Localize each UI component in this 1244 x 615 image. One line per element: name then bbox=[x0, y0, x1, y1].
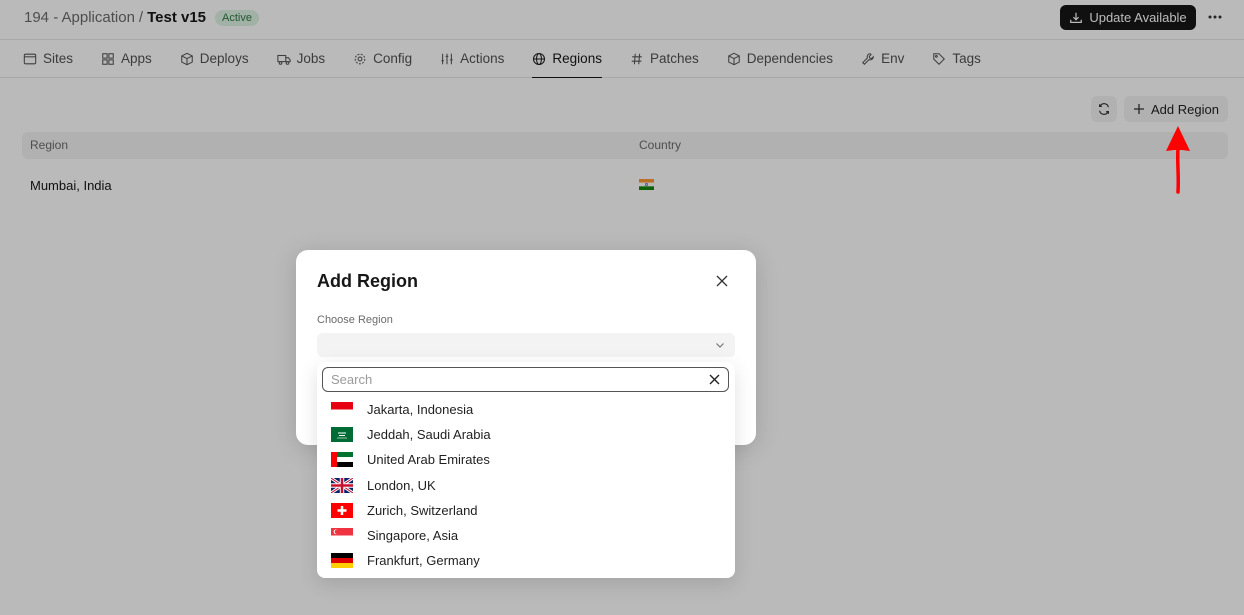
region-options-list: Jakarta, Indonesia Jeddah, Saudi Arabia … bbox=[317, 397, 735, 573]
option-frankfurt[interactable]: Frankfurt, Germany bbox=[317, 548, 735, 573]
annotation-arrow-icon bbox=[1166, 126, 1190, 194]
option-label: London, UK bbox=[367, 477, 436, 493]
germany-flag-icon bbox=[331, 553, 353, 569]
close-icon[interactable] bbox=[714, 273, 730, 289]
option-zurich[interactable]: Zurich, Switzerland bbox=[317, 498, 735, 523]
option-label: Jeddah, Saudi Arabia bbox=[367, 427, 491, 443]
uae-flag-icon bbox=[331, 452, 353, 468]
dialog-title: Add Region bbox=[317, 271, 418, 291]
switzerland-flag-icon bbox=[331, 502, 353, 518]
option-london[interactable]: London, UK bbox=[317, 473, 735, 498]
singapore-flag-icon bbox=[331, 528, 353, 544]
search-input[interactable] bbox=[331, 371, 701, 388]
option-label: Jakarta, Indonesia bbox=[367, 402, 474, 418]
option-label: United Arab Emirates bbox=[367, 452, 490, 468]
option-uae[interactable]: United Arab Emirates bbox=[317, 447, 735, 472]
choose-region-label: Choose Region bbox=[317, 314, 393, 326]
search-box[interactable] bbox=[322, 367, 729, 392]
option-jeddah[interactable]: Jeddah, Saudi Arabia bbox=[317, 422, 735, 447]
option-singapore[interactable]: Singapore, Asia bbox=[317, 523, 735, 548]
indonesia-flag-icon bbox=[331, 402, 353, 418]
option-label: Frankfurt, Germany bbox=[367, 553, 480, 569]
option-label: Zurich, Switzerland bbox=[367, 502, 478, 518]
clear-search-icon[interactable] bbox=[709, 374, 720, 385]
choose-region-select[interactable] bbox=[317, 333, 735, 357]
region-dropdown: Jakarta, Indonesia Jeddah, Saudi Arabia … bbox=[317, 362, 735, 578]
option-jakarta[interactable]: Jakarta, Indonesia bbox=[317, 397, 735, 422]
uk-flag-icon bbox=[331, 477, 353, 493]
chevron-down-icon bbox=[716, 343, 724, 348]
option-label: Singapore, Asia bbox=[367, 528, 459, 544]
saudi-arabia-flag-icon bbox=[331, 427, 353, 443]
